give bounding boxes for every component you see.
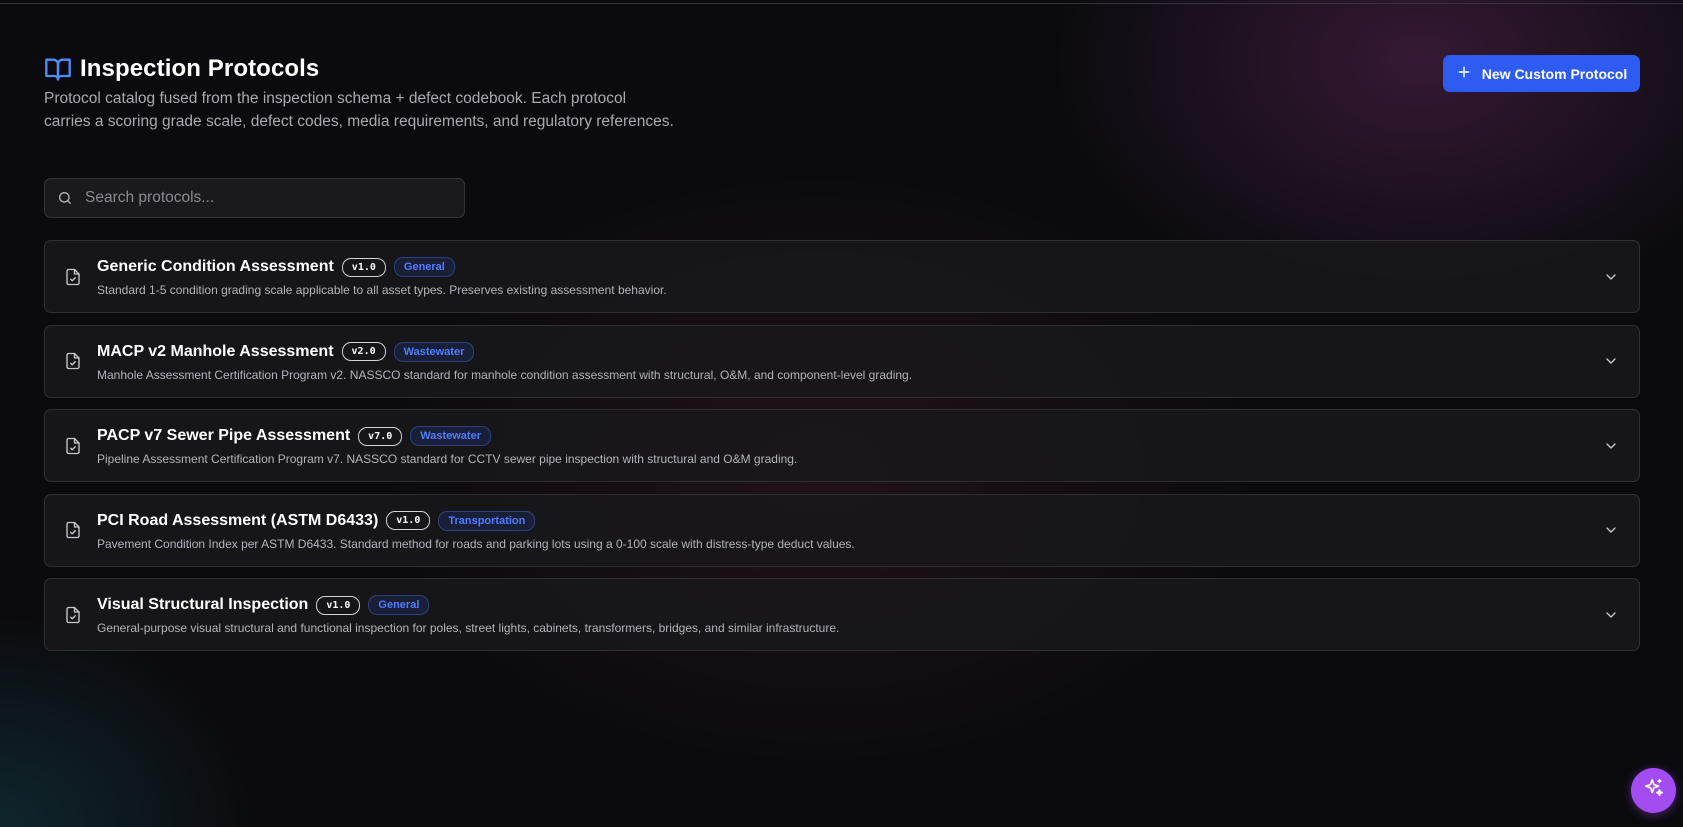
protocol-title-row: PCI Road Assessment (ASTM D6433) v1.0 Tr… <box>97 510 1603 532</box>
protocol-description: Pavement Condition Index per ASTM D6433.… <box>97 536 855 551</box>
file-check-icon <box>64 352 82 370</box>
new-custom-protocol-button[interactable]: New Custom Protocol <box>1443 55 1640 92</box>
top-divider <box>0 3 1683 4</box>
category-badge: Transportation <box>438 510 536 531</box>
category-badge: General <box>368 595 430 615</box>
protocol-list: Generic Condition Assessment v1.0 Genera… <box>44 240 1640 663</box>
protocol-card-body: Visual Structural Inspection v1.0 Genera… <box>97 594 1603 635</box>
protocol-card-body: MACP v2 Manhole Assessment v2.0 Wastewat… <box>97 341 1603 382</box>
protocol-title-row: MACP v2 Manhole Assessment v2.0 Wastewat… <box>97 341 1603 363</box>
chevron-down-icon[interactable] <box>1603 353 1619 369</box>
plus-icon <box>1456 64 1472 83</box>
protocol-card[interactable]: MACP v2 Manhole Assessment v2.0 Wastewat… <box>44 324 1640 398</box>
protocol-card-body: Generic Condition Assessment v1.0 Genera… <box>97 256 1603 297</box>
category-badge: General <box>393 257 455 277</box>
protocol-description: Manhole Assessment Certification Program… <box>97 367 913 382</box>
book-open-icon <box>44 55 72 83</box>
version-badge: v1.0 <box>386 511 431 530</box>
version-badge: v1.0 <box>316 595 361 615</box>
protocol-title: Generic Condition Assessment <box>97 258 334 275</box>
protocol-card[interactable]: PCI Road Assessment (ASTM D6433) v1.0 Tr… <box>44 493 1640 567</box>
protocol-card[interactable]: Visual Structural Inspection v1.0 Genera… <box>44 578 1640 651</box>
protocol-card[interactable]: PACP v7 Sewer Pipe Assessment v7.0 Waste… <box>44 409 1640 482</box>
page-title: Inspection Protocols <box>80 55 320 82</box>
search-input[interactable] <box>83 178 464 218</box>
protocol-description: Standard 1-5 condition grading scale app… <box>97 283 667 297</box>
new-custom-protocol-label: New Custom Protocol <box>1481 65 1628 82</box>
chevron-down-icon[interactable] <box>1603 269 1619 285</box>
page-header: Inspection Protocols Protocol catalog fu… <box>44 50 1640 133</box>
category-badge: Wastewater <box>410 426 491 446</box>
protocol-description: Pipeline Assessment Certification Progra… <box>97 452 798 466</box>
version-badge: v7.0 <box>358 426 403 446</box>
protocol-title-row: PACP v7 Sewer Pipe Assessment v7.0 Waste… <box>97 425 1603 447</box>
sparkles-icon <box>1643 777 1665 804</box>
protocol-card[interactable]: Generic Condition Assessment v1.0 Genera… <box>44 240 1640 313</box>
page-subtitle: Protocol catalog fused from the inspecti… <box>44 90 674 130</box>
protocol-description: General-purpose visual structural and fu… <box>97 621 840 635</box>
title-row: Inspection Protocols <box>44 50 1640 88</box>
file-check-icon <box>64 606 82 624</box>
protocol-title-row: Generic Condition Assessment v1.0 Genera… <box>97 256 1603 278</box>
version-badge: v1.0 <box>341 257 386 277</box>
protocol-title: Visual Structural Inspection <box>97 596 309 613</box>
protocol-title-row: Visual Structural Inspection v1.0 Genera… <box>97 594 1603 616</box>
ai-assistant-button[interactable] <box>1631 768 1676 813</box>
file-check-icon <box>64 268 82 286</box>
file-check-icon <box>64 521 82 539</box>
protocol-title: MACP v2 Manhole Assessment <box>97 342 334 360</box>
protocol-title: PCI Road Assessment (ASTM D6433) <box>97 511 379 529</box>
file-check-icon <box>64 437 82 455</box>
protocol-card-body: PACP v7 Sewer Pipe Assessment v7.0 Waste… <box>97 425 1603 466</box>
chevron-down-icon[interactable] <box>1603 607 1619 623</box>
search-box[interactable] <box>44 178 465 218</box>
version-badge: v2.0 <box>341 342 386 361</box>
chevron-down-icon[interactable] <box>1603 522 1619 538</box>
protocol-title: PACP v7 Sewer Pipe Assessment <box>97 427 351 444</box>
category-badge: Wastewater <box>393 341 475 362</box>
search-icon <box>57 190 73 206</box>
protocol-card-body: PCI Road Assessment (ASTM D6433) v1.0 Tr… <box>97 510 1603 551</box>
chevron-down-icon[interactable] <box>1603 438 1619 454</box>
